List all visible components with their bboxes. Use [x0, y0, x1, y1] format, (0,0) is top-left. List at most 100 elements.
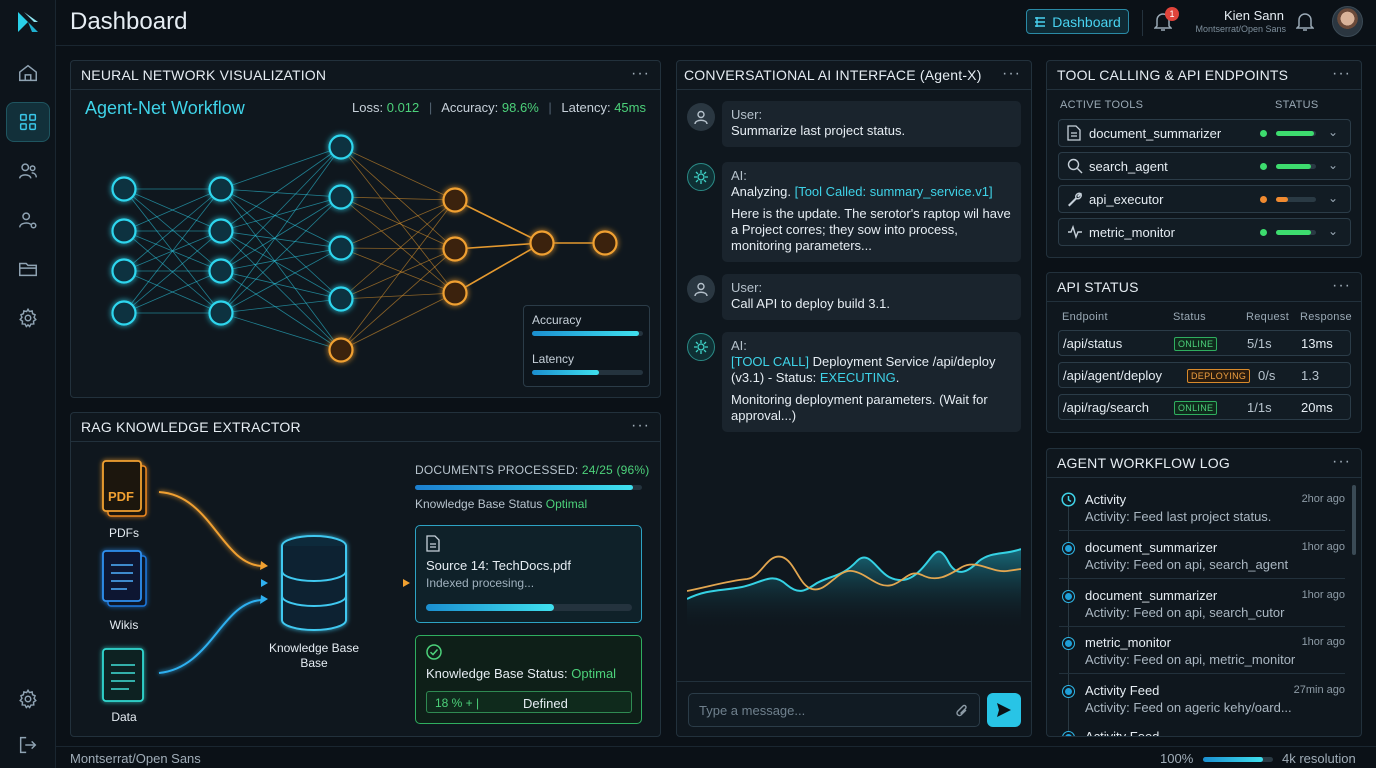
log-item[interactable]: Activity 2hor ago Activity: Feed last pr… — [1059, 492, 1345, 532]
source-label-pdfs: PDFs — [109, 526, 139, 540]
execution-status: EXECUTING — [819, 370, 896, 385]
network-edge — [340, 199, 456, 351]
chevron-down-icon[interactable]: ⌄ — [1328, 158, 1338, 172]
sidebar-item-home[interactable] — [6, 53, 50, 93]
more-icon[interactable]: ··· — [1332, 277, 1351, 295]
sidebar-item-settings[interactable] — [6, 298, 50, 338]
message-input[interactable]: Type a message... — [688, 693, 980, 727]
log-item[interactable]: Activity Feed 27min ago Activity: Feed o… — [1059, 683, 1345, 723]
grid-icon — [19, 113, 37, 131]
chat-message-ai: AI: [TOOL CALL] Deployment Service /api/… — [722, 332, 1021, 432]
scrollbar[interactable] — [1352, 485, 1356, 555]
log-item[interactable]: metric_monitor 1hor ago Activity: Feed o… — [1059, 635, 1345, 675]
network-edge — [220, 188, 342, 351]
panel-divider — [1047, 477, 1361, 478]
more-icon[interactable]: ··· — [1332, 453, 1351, 471]
log-item[interactable]: document_summarizer 1hor ago Activity: F… — [1059, 588, 1345, 628]
log-dot — [1063, 732, 1074, 736]
kb-status-line: Knowledge Base Status Optimal — [415, 497, 587, 511]
more-icon[interactable]: ··· — [631, 417, 650, 435]
docs-value: 24/25 (96%) — [581, 463, 650, 477]
chevron-down-icon[interactable]: ⌄ — [1328, 224, 1338, 238]
font-label: Montserrat/Open Sans — [70, 751, 201, 766]
avatar[interactable] — [1332, 6, 1363, 37]
network-node — [111, 176, 137, 202]
log-divider — [1059, 626, 1345, 627]
user-subtitle: Montserrat/Open Sans — [1195, 24, 1286, 34]
kb-status-card: Knowledge Base Status: Optimal 18 % + | … — [415, 635, 642, 724]
zoom-slider[interactable] — [1203, 757, 1273, 762]
tool-status-dot — [1260, 130, 1267, 137]
pdf-icon-text: PDF — [108, 489, 134, 504]
ai-icon — [694, 340, 708, 354]
network-node — [442, 280, 468, 306]
message-text: Call API to deploy build 3.1. — [731, 296, 890, 311]
tool-row[interactable]: api_executor ⌄ — [1058, 185, 1351, 213]
chevron-down-icon[interactable]: ⌄ — [1328, 125, 1338, 139]
network-edge — [220, 188, 342, 198]
tool-status-fill — [1276, 230, 1312, 235]
sidebar-item-users[interactable] — [6, 151, 50, 191]
database-icon — [281, 535, 347, 631]
network-edge — [220, 146, 342, 190]
log-item-time: 1hor ago — [1301, 541, 1345, 553]
dashboard-button-label: Dashboard — [1052, 13, 1121, 30]
sidebar — [0, 0, 56, 768]
log-item[interactable]: document_summarizer 1hor ago Activity: F… — [1059, 540, 1345, 580]
resolution-label: 4k resolution — [1282, 751, 1356, 766]
source-card[interactable]: Source 14: TechDocs.pdf Indexed procesin… — [415, 525, 642, 623]
file-icon — [426, 535, 440, 552]
sidebar-bottom-settings[interactable] — [6, 679, 50, 719]
list-icon — [1035, 16, 1046, 27]
more-icon[interactable]: ··· — [1332, 65, 1351, 83]
network-edge — [220, 146, 342, 314]
api-response-time: 20ms — [1301, 400, 1333, 415]
header: Dashboard Dashboard 1 Kien Sann Montserr… — [56, 0, 1376, 46]
send-button[interactable] — [987, 693, 1021, 727]
api-row[interactable]: /api/status ONLINE 5/1s 13ms — [1058, 330, 1351, 356]
more-icon[interactable]: ··· — [1002, 65, 1021, 83]
more-icon[interactable]: ··· — [631, 65, 650, 83]
chat-message-user: User: Summarize last project status. — [722, 101, 1021, 147]
sidebar-item-folder[interactable] — [6, 249, 50, 289]
sidebar-logout[interactable] — [6, 725, 50, 765]
accuracy-value: 98.6% — [501, 100, 539, 115]
api-row[interactable]: /api/agent/deploy DEPLOYING 0/s 1.3 — [1058, 362, 1351, 388]
docs-label: DOCUMENTS PROCESSED: — [415, 463, 579, 477]
bell-icon[interactable] — [1296, 12, 1314, 32]
sidebar-item-dashboard[interactable] — [6, 102, 50, 142]
panel-title: RAG KNOWLEDGE EXTRACTOR — [81, 419, 301, 435]
kb-status-field[interactable]: 18 % + | Defined — [426, 691, 632, 713]
tool-row[interactable]: metric_monitor ⌄ — [1058, 218, 1351, 246]
api-row[interactable]: /api/rag/search ONLINE 1/1s 20ms — [1058, 394, 1351, 420]
network-node — [111, 300, 137, 326]
api-response-time: 1.3 — [1301, 368, 1320, 383]
document-icon — [1067, 125, 1081, 141]
accuracy-label: Accuracy: — [441, 100, 499, 115]
sidebar-item-user-settings[interactable] — [6, 200, 50, 240]
tool-row[interactable]: search_agent ⌄ — [1058, 152, 1351, 180]
network-node — [328, 286, 354, 312]
log-item[interactable]: Activity Feed — [1059, 729, 1345, 736]
tool-status-fill — [1276, 197, 1288, 202]
network-node — [208, 176, 234, 202]
chevron-down-icon[interactable]: ⌄ — [1328, 191, 1338, 205]
users-icon — [19, 163, 37, 179]
api-response-time: 13ms — [1301, 336, 1333, 351]
chat-message-ai: AI: Analyzing. [Tool Called: summary_ser… — [722, 162, 1021, 262]
home-icon — [19, 64, 37, 82]
app-root: Dashboard Dashboard 1 Kien Sann Montserr… — [0, 0, 1376, 768]
kb-status-label: Knowledge Base Status — [415, 497, 543, 511]
tool-status-dot — [1260, 196, 1267, 203]
log-item-time: 2hor ago — [1301, 493, 1345, 505]
log-item-time: 1hor ago — [1301, 636, 1345, 648]
message-prefix: Analyzing. — [731, 184, 795, 199]
log-item-time: 27min ago — [1293, 684, 1345, 696]
header-divider — [1142, 10, 1143, 36]
tool-row[interactable]: document_summarizer ⌄ — [1058, 119, 1351, 147]
dashboard-button[interactable]: Dashboard — [1026, 9, 1129, 34]
paperclip-icon[interactable] — [955, 703, 969, 719]
latency-label: Latency: — [561, 100, 611, 115]
log-item-title: metric_monitor — [1085, 635, 1171, 650]
kb-status-percent: 18 % + | — [435, 696, 480, 710]
